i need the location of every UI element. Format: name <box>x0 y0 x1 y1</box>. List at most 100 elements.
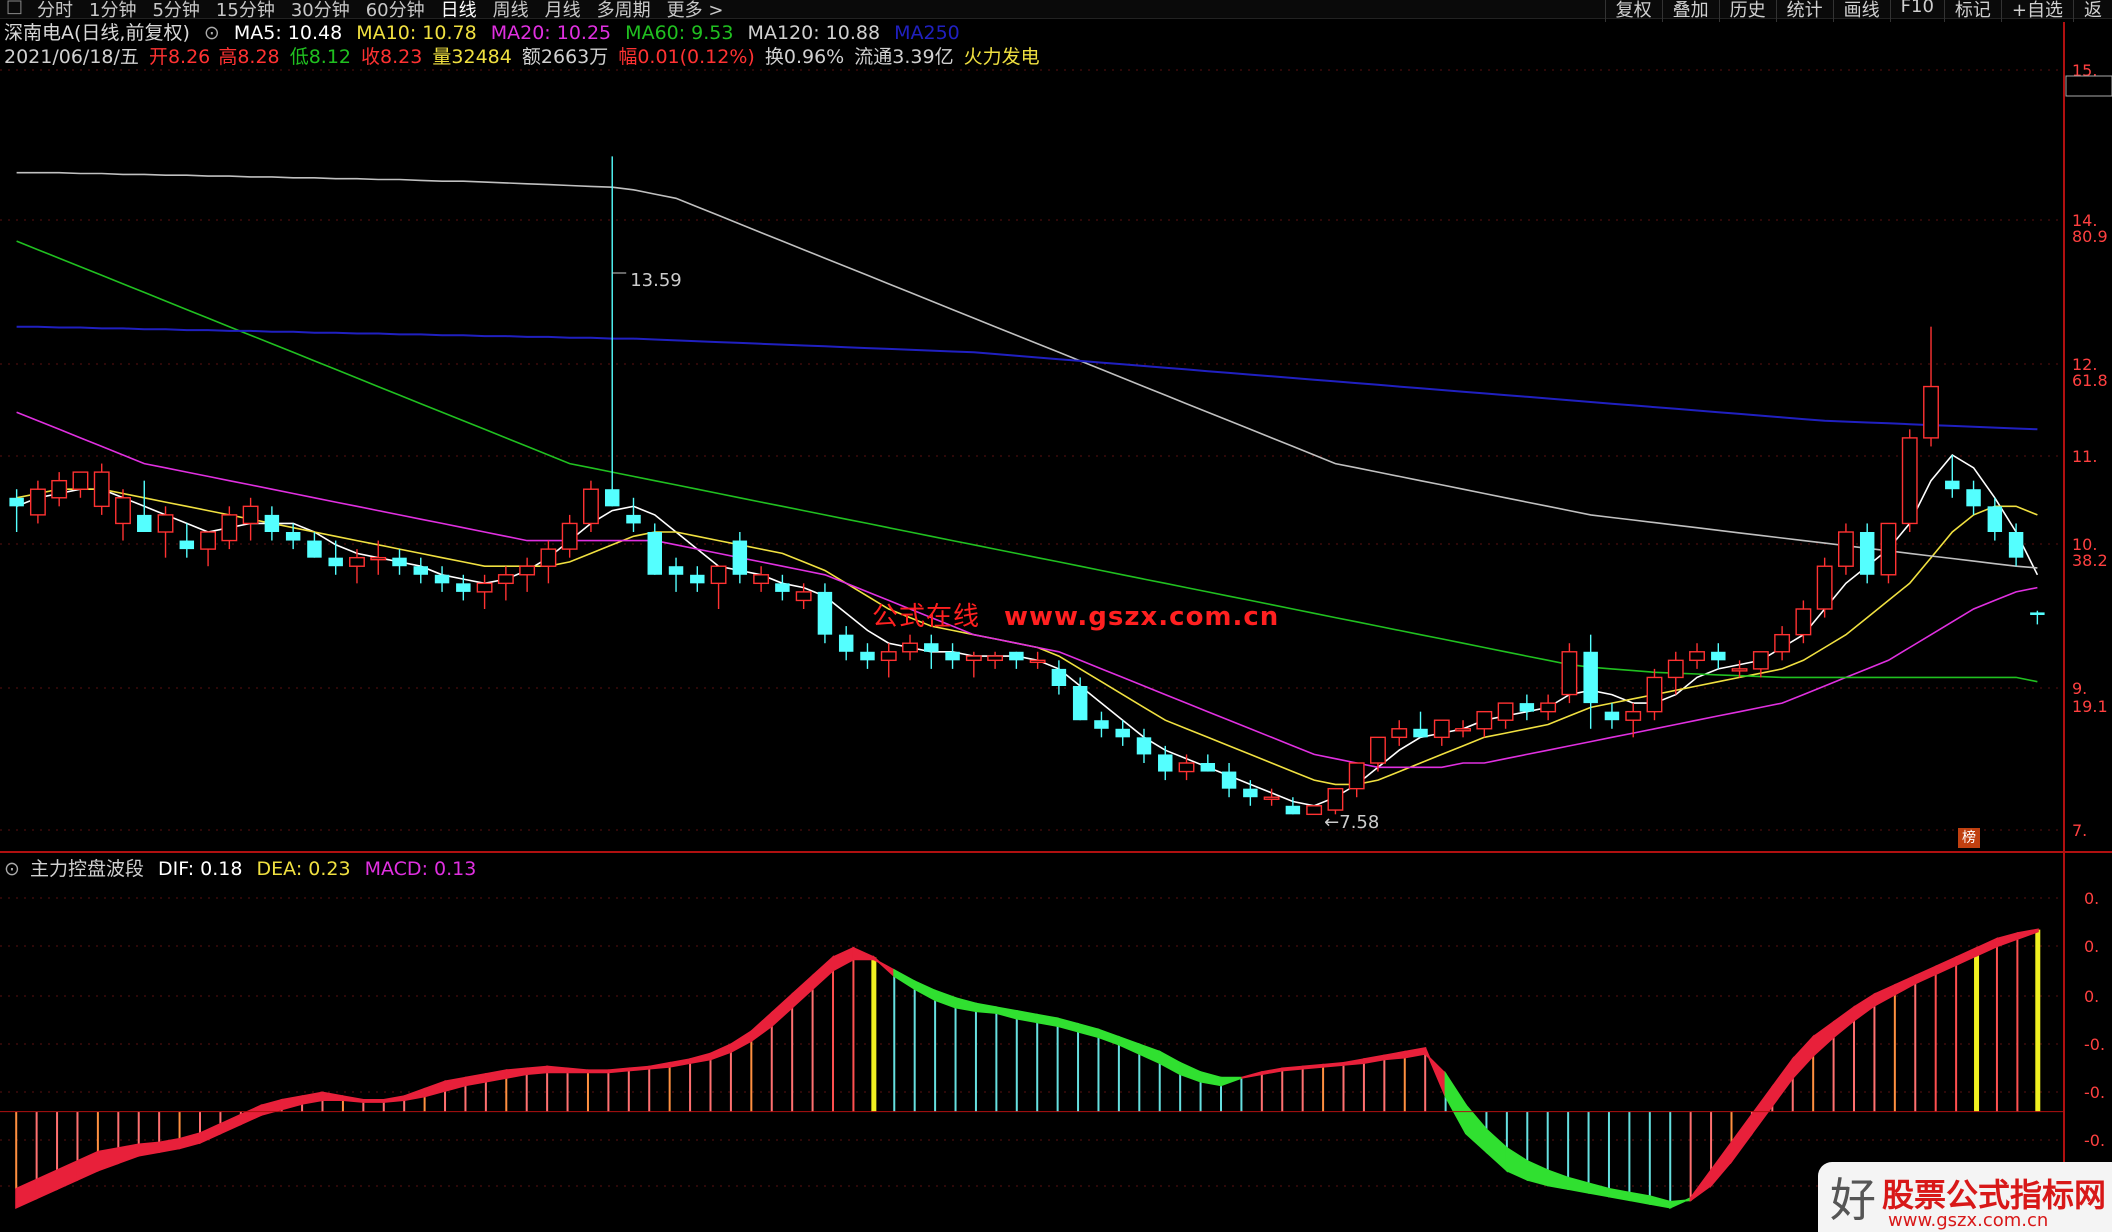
candle-body-30 <box>647 532 662 575</box>
price-axis-label-10: 19.1 <box>2072 697 2108 716</box>
candle-body-45 <box>965 655 982 662</box>
candle-body-69 <box>1476 710 1493 730</box>
macd-ribbon-30 <box>627 1065 651 1072</box>
candle-body-78 <box>1667 659 1684 679</box>
macd-ribbon-11 <box>239 1104 263 1126</box>
candle-body-29 <box>626 514 641 524</box>
candle-body-1 <box>29 488 46 516</box>
candle-body-17 <box>370 556 387 561</box>
candle-body-19 <box>413 566 429 575</box>
macd-ribbon-47 <box>974 1002 998 1015</box>
macd-ribbon-2 <box>56 1159 79 1191</box>
macd-ribbon-25 <box>525 1065 549 1076</box>
macd-ribbon-90 <box>1853 992 1876 1023</box>
macd-ribbon-7 <box>158 1137 181 1154</box>
candle-body-32 <box>690 574 705 584</box>
candle-body-88 <box>1880 522 1897 576</box>
candle-body-0 <box>9 497 24 507</box>
macd-ribbon-3 <box>76 1150 99 1182</box>
candle-body-58 <box>1243 788 1258 798</box>
price-axis-label-8: 38.2 <box>2072 551 2108 570</box>
candle-body-74 <box>1583 651 1598 704</box>
macd-ribbon-5 <box>117 1143 140 1165</box>
macd-ribbon-42 <box>872 955 896 979</box>
rank-badge[interactable]: 榜 <box>1958 828 1980 848</box>
price-axis-label-5: 61.8 <box>2072 371 2108 390</box>
macd-ribbon-82 <box>1689 1167 1713 1203</box>
candle-body-42 <box>902 642 918 653</box>
candle-body-34 <box>732 540 748 575</box>
macd-ribbon-88 <box>1812 1020 1835 1058</box>
macd-ribbon-33 <box>689 1052 712 1065</box>
candle-body-75 <box>1604 711 1620 721</box>
candle-body-59 <box>1263 796 1280 800</box>
candle-body-50 <box>1072 686 1088 721</box>
macd-ribbon-32 <box>668 1058 692 1068</box>
candle-body-25 <box>540 548 557 567</box>
candle-body-9 <box>200 531 217 550</box>
last-price-box <box>2065 75 2112 97</box>
macd-ribbon-51 <box>1056 1017 1080 1033</box>
macd-ribbon-38 <box>791 973 814 1010</box>
macd-ribbon-19 <box>403 1087 426 1102</box>
macd-ribbon-91 <box>1873 983 1896 1008</box>
macd-ribbon-65 <box>1342 1058 1365 1066</box>
macd-ribbon-36 <box>750 1010 773 1043</box>
candle-body-94 <box>2008 532 2024 558</box>
candle-body-35 <box>753 574 770 585</box>
candle-body-83 <box>1774 633 1791 653</box>
price-axis-label-9: 9. <box>2072 679 2087 698</box>
candle-body-89 <box>1901 437 1918 525</box>
macd-ribbon-84 <box>1730 1111 1753 1165</box>
macd-ribbon-64 <box>1322 1061 1345 1068</box>
macd-ribbon-4 <box>96 1146 120 1172</box>
macd-ribbon-77 <box>1587 1182 1610 1198</box>
macd-axis-label-3: -0. <box>2084 1035 2105 1054</box>
macd-ribbon-78 <box>1607 1187 1631 1202</box>
candle-body-15 <box>328 557 343 567</box>
candle-body-95 <box>2030 612 2045 615</box>
high-label: 13.59 <box>630 270 682 291</box>
macd-ribbon-61 <box>1260 1067 1284 1076</box>
candle-body-80 <box>1711 651 1726 661</box>
macd-ribbon-87 <box>1791 1034 1815 1081</box>
macd-ribbon-43 <box>893 968 916 991</box>
site-logo: 好 股票公式指标网 www.gszx.com.cn <box>1818 1162 2112 1232</box>
macd-ribbon-92 <box>1893 974 1917 997</box>
candle-body-77 <box>1646 676 1663 713</box>
candle-body-72 <box>1540 702 1557 713</box>
macd-ribbon-60 <box>1241 1070 1263 1079</box>
candle-body-40 <box>860 651 875 661</box>
macd-ribbon-74 <box>1526 1159 1549 1187</box>
macd-ribbon-72 <box>1485 1127 1508 1173</box>
macd-ribbon-80 <box>1648 1195 1672 1209</box>
candle-body-85 <box>1816 565 1833 610</box>
candle-body-11 <box>242 505 259 525</box>
candle-body-73 <box>1561 651 1578 696</box>
candle-body-66 <box>1413 728 1428 738</box>
candle-body-27 <box>583 488 599 525</box>
macd-ribbon-83 <box>1710 1139 1733 1188</box>
watermark: 公式在线 www.gszx.com.cn <box>872 596 1279 633</box>
watermark-text: 公式在线 <box>872 602 981 632</box>
candle-body-86 <box>1837 531 1854 567</box>
macd-ribbon-23 <box>484 1069 508 1083</box>
price-axis-label-6: 11. <box>2072 447 2097 466</box>
candle-body-91 <box>1945 480 1960 490</box>
macd-ribbon-14 <box>301 1091 324 1105</box>
macd-ribbon-39 <box>811 955 835 992</box>
macd-ribbon-59 <box>1219 1076 1242 1087</box>
ma250-line <box>16 325 2038 431</box>
candle-body-43 <box>924 643 939 652</box>
macd-ribbon-35 <box>729 1029 753 1054</box>
macd-ribbon-34 <box>709 1042 732 1061</box>
macd-ribbon-96 <box>1975 937 1998 958</box>
macd-ribbon-66 <box>1362 1054 1386 1065</box>
candle-body-8 <box>179 540 195 550</box>
macd-ribbon-10 <box>219 1113 242 1135</box>
macd-ribbon-55 <box>1138 1043 1161 1065</box>
macd-ribbon-27 <box>566 1067 589 1074</box>
low-label: ←7.58 <box>1324 812 1379 833</box>
macd-ribbon-56 <box>1158 1050 1182 1076</box>
candle-body-57 <box>1221 771 1237 789</box>
